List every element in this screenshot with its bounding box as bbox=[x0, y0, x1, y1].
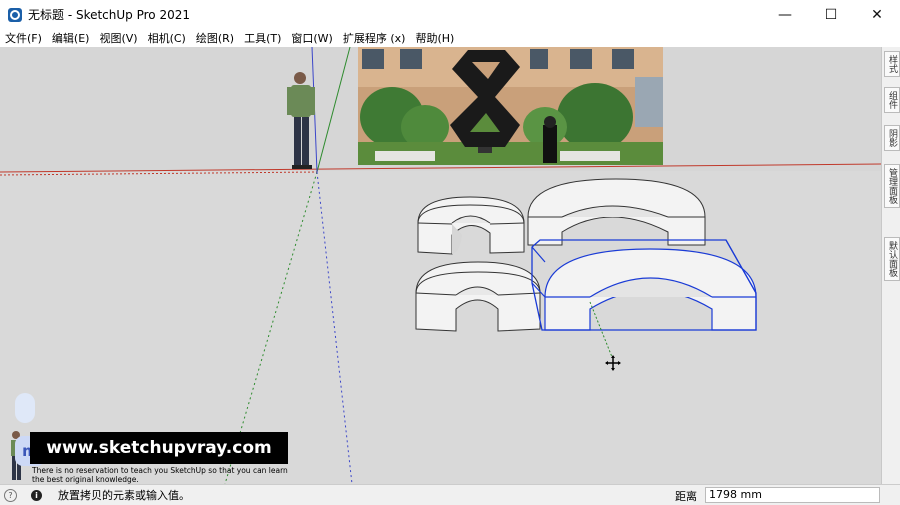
menu-camera[interactable]: 相机(C) bbox=[143, 30, 191, 46]
menu-bar: 文件(F) 编辑(E) 视图(V) 相机(C) 绘图(R) 工具(T) 窗口(W… bbox=[0, 29, 900, 47]
photo-billboard bbox=[358, 47, 663, 165]
watermark-banner: www.sketchupvray.com bbox=[30, 432, 288, 464]
help-icon[interactable]: ? bbox=[4, 488, 17, 502]
drawing-viewport[interactable]: m bbox=[0, 47, 881, 484]
default-tray: 样式 组件 阴影 管理面板 默认面板 bbox=[881, 47, 900, 484]
watermark-subtitle: There is no reservation to teach you Ske… bbox=[32, 466, 332, 484]
status-bar: ? i 放置拷贝的元素或输入值。 距离 1798 mm bbox=[0, 484, 900, 505]
title-bar: 无标题 - SketchUp Pro 2021 — ☐ ✕ bbox=[0, 0, 900, 29]
tray-tab-shadows[interactable]: 阴影 bbox=[884, 125, 900, 151]
menu-extensions[interactable]: 扩展程序 (x) bbox=[338, 30, 411, 46]
info-icon[interactable]: i bbox=[31, 489, 42, 501]
minimize-button[interactable]: — bbox=[762, 0, 808, 29]
tray-tab-styles[interactable]: 样式 bbox=[884, 51, 900, 77]
tray-tab-components[interactable]: 组件 bbox=[884, 87, 900, 113]
window-title: 无标题 - SketchUp Pro 2021 bbox=[28, 8, 190, 22]
overlay-pill bbox=[15, 393, 35, 423]
close-button[interactable]: ✕ bbox=[854, 0, 900, 29]
tray-tab-manage[interactable]: 管理面板 bbox=[884, 164, 900, 208]
menu-file[interactable]: 文件(F) bbox=[0, 30, 47, 46]
measurement-label: 距离 bbox=[675, 490, 697, 503]
sketchup-app-icon bbox=[8, 7, 22, 22]
watermark-subtitle-line1: There is no reservation to teach you Ske… bbox=[32, 466, 288, 475]
maximize-button[interactable]: ☐ bbox=[808, 0, 854, 29]
menu-view[interactable]: 视图(V) bbox=[94, 30, 142, 46]
status-message: 放置拷贝的元素或输入值。 bbox=[58, 489, 190, 502]
scene-svg bbox=[0, 47, 881, 484]
tray-tab-default[interactable]: 默认面板 bbox=[884, 237, 900, 281]
watermark-subtitle-line2: the best original knowledge. bbox=[32, 475, 139, 484]
menu-tools[interactable]: 工具(T) bbox=[239, 30, 286, 46]
measurement-input[interactable]: 1798 mm bbox=[705, 487, 880, 503]
menu-edit[interactable]: 编辑(E) bbox=[47, 30, 95, 46]
menu-window[interactable]: 窗口(W) bbox=[286, 30, 337, 46]
menu-draw[interactable]: 绘图(R) bbox=[191, 30, 239, 46]
menu-help[interactable]: 帮助(H) bbox=[410, 30, 459, 46]
